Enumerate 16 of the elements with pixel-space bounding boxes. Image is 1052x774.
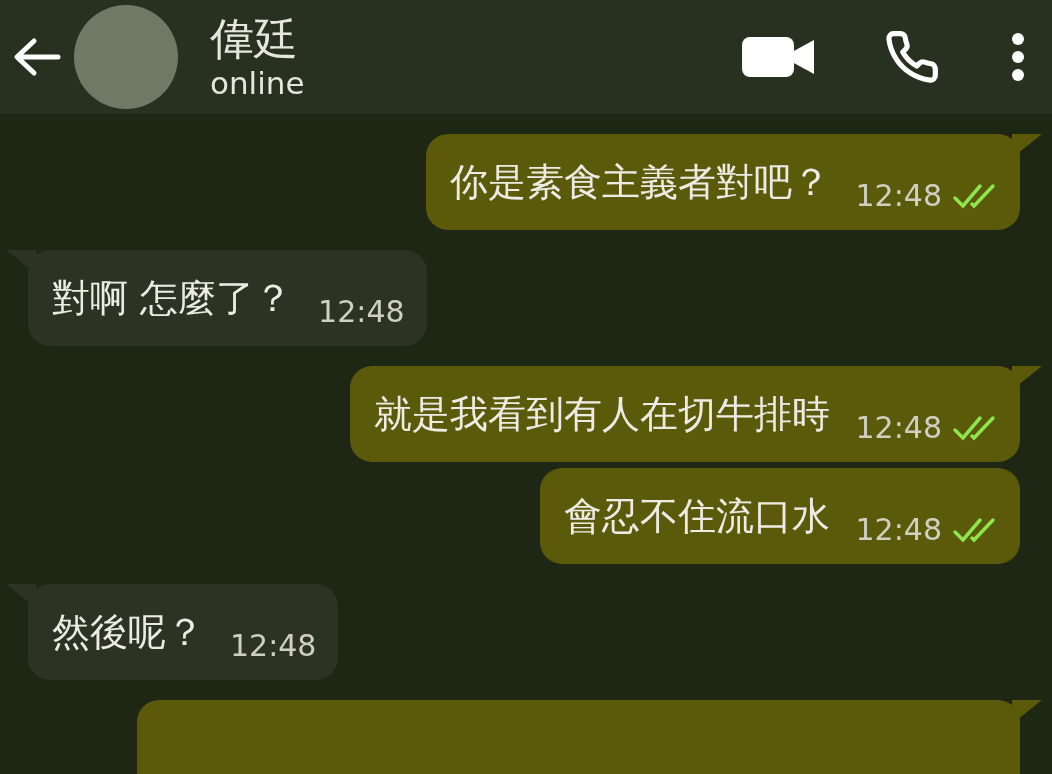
message-text: 就是我看到有人在切牛排時 [373,391,830,438]
message-time: 12:48 [855,177,942,215]
message-time: 12:48 [855,511,942,549]
back-button[interactable] [12,37,62,77]
message-time: 12:48 [855,409,942,447]
message-text: 然後呢？ [52,609,204,656]
message-text: 會忍不住流口水 [563,493,830,540]
message-time: 12:48 [230,627,317,665]
message-text: 對啊 怎麼了？ [52,275,293,322]
message-time: 12:48 [318,293,405,331]
contact-name: 偉廷 [210,13,299,65]
contact-status: online [210,65,306,101]
phone-call-button[interactable] [884,29,940,85]
more-options-button[interactable] [1010,32,1026,82]
video-call-button[interactable] [742,35,814,79]
message-text: 你是素食主義者對吧？ [449,159,830,206]
